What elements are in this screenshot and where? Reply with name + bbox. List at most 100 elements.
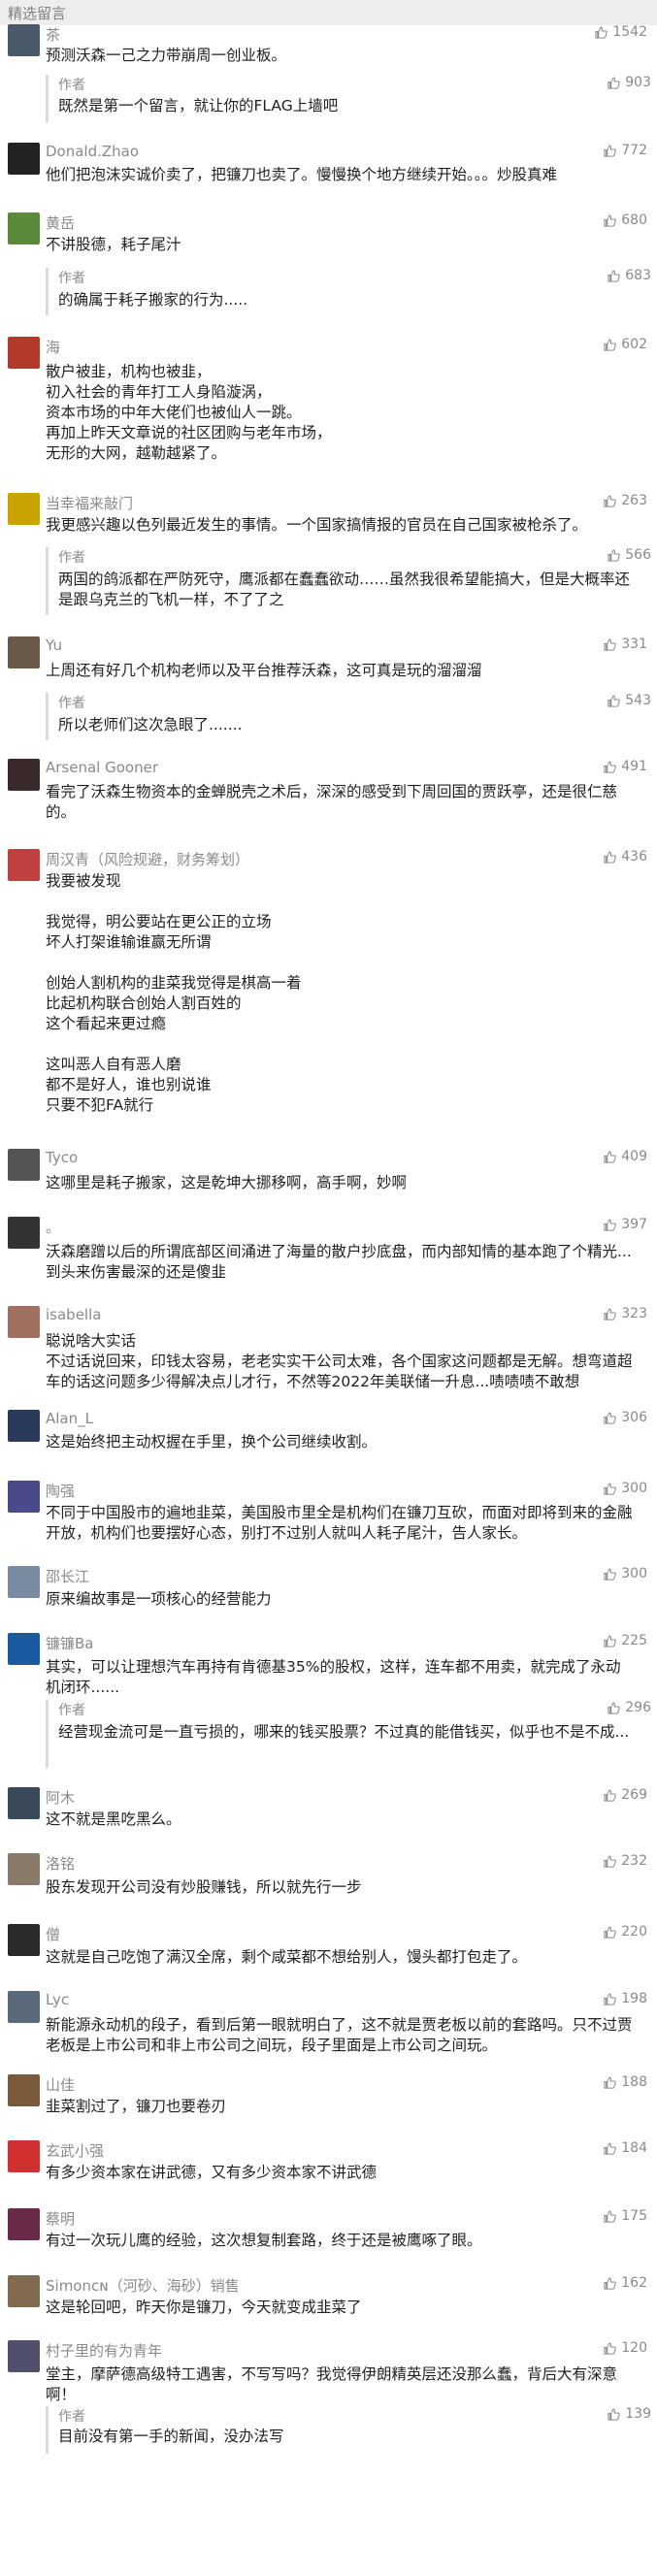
like-button[interactable]: 198 xyxy=(603,1991,647,2006)
like-button[interactable]: 184 xyxy=(603,2140,647,2156)
avatar[interactable] xyxy=(8,212,40,245)
like-button[interactable]: 232 xyxy=(603,1853,647,1869)
avatar[interactable] xyxy=(8,1566,40,1598)
comment-nickname[interactable]: 周汉青（风险规避，财务筹划） xyxy=(46,849,249,869)
avatar[interactable] xyxy=(8,2275,40,2307)
like-count: 683 xyxy=(625,268,651,283)
comment-text: 沃森磨蹭以后的所谓底部区间涌进了海量的散户抄底盘，而内部知情的基本跑了个精光..… xyxy=(46,1243,632,1281)
comments-list: 茶 1542 预测沃森一己之力带崩周一创业板。 作者 903 既然是第一个留言，就让你的F… xyxy=(0,24,657,2576)
avatar[interactable] xyxy=(8,759,40,791)
reply-author-label: 作者 xyxy=(58,550,85,566)
like-button[interactable]: 300 xyxy=(603,1481,647,1496)
author-reply: 作者 566 两国的鸽派都在严防死守，鹰派都在蠢蠢欲动……虽然我很希望能搞大，但是大… xyxy=(46,547,651,615)
reply-like-button[interactable]: 566 xyxy=(607,547,651,563)
comment-nickname[interactable]: 山佳 xyxy=(46,2074,75,2095)
comment-text: 上周还有好几个机构老师以及平台推荐沃森，这可真是玩的溜溜溜 xyxy=(46,662,482,679)
avatar[interactable] xyxy=(8,1217,40,1249)
like-button[interactable]: 300 xyxy=(603,1566,647,1581)
like-button[interactable]: 162 xyxy=(603,2275,647,2291)
avatar[interactable] xyxy=(8,1149,40,1181)
like-button[interactable]: 331 xyxy=(603,636,647,652)
comment-nickname[interactable]: isabella xyxy=(46,1306,101,1323)
thumbs-up-icon xyxy=(595,26,608,39)
reply-author-label: 作者 xyxy=(58,271,85,286)
avatar[interactable] xyxy=(8,2074,40,2106)
author-reply: 作者 296 经营现金流可是一直亏损的，哪来的钱买股票？不过真的能借钱买，似乎也不是… xyxy=(46,1700,651,1768)
like-button[interactable]: 220 xyxy=(603,1924,647,1940)
thumbs-up-icon xyxy=(604,1635,616,1647)
comment-nickname[interactable]: 玄武小强 xyxy=(46,2140,104,2161)
avatar[interactable] xyxy=(8,1410,40,1442)
comment-nickname[interactable]: 村子里的有为青年 xyxy=(46,2340,162,2361)
like-count: 188 xyxy=(621,2074,647,2090)
like-button[interactable]: 175 xyxy=(603,2208,647,2224)
comment-nickname[interactable]: Alan_L xyxy=(46,1410,93,1427)
comment-nickname[interactable]: 当幸福来敲门 xyxy=(46,493,133,513)
comment-nickname[interactable]: 邵长江 xyxy=(46,1566,89,1586)
avatar[interactable] xyxy=(8,1787,40,1819)
like-button[interactable]: 491 xyxy=(603,759,647,774)
like-button[interactable]: 1542 xyxy=(594,24,647,40)
comment-nickname[interactable]: 海 xyxy=(46,337,60,357)
comment-text: 散户被韭，机构也被韭， 初入社会的青年打工人身陷漩涡， 资本市场的中年大佬们也被… xyxy=(46,363,332,462)
comment-nickname[interactable]: 镰镰Ba xyxy=(46,1633,93,1653)
like-button[interactable]: 188 xyxy=(603,2074,647,2090)
avatar[interactable] xyxy=(8,1633,40,1665)
like-button[interactable]: 680 xyxy=(603,212,647,228)
avatar[interactable] xyxy=(8,636,40,668)
thumbs-up-icon xyxy=(604,1926,616,1939)
comment-nickname[interactable]: 茶 xyxy=(46,24,60,45)
comment-nickname[interactable]: Lyc xyxy=(46,1991,69,2008)
like-button[interactable]: 602 xyxy=(603,337,647,352)
comment-nickname[interactable]: 阿木 xyxy=(46,1787,75,1808)
avatar[interactable] xyxy=(8,2340,40,2372)
reply-like-button[interactable]: 683 xyxy=(607,268,651,283)
like-button[interactable]: 269 xyxy=(603,1787,647,1803)
avatar[interactable] xyxy=(8,337,40,369)
avatar[interactable] xyxy=(8,849,40,881)
comment-text: 这哪里是耗子搬家，这是乾坤大挪移啊，高手啊，妙啊 xyxy=(46,1174,408,1191)
avatar[interactable] xyxy=(8,493,40,525)
avatar[interactable] xyxy=(8,2140,40,2172)
comment-nickname[interactable]: 洛铭 xyxy=(46,1853,75,1874)
avatar[interactable] xyxy=(8,2208,40,2240)
reply-like-button[interactable]: 139 xyxy=(607,2406,651,2422)
reply-like-button[interactable]: 296 xyxy=(607,1700,651,1715)
like-button[interactable]: 397 xyxy=(603,1217,647,1232)
like-count: 1542 xyxy=(612,24,647,40)
avatar[interactable] xyxy=(8,143,40,175)
thumbs-up-icon xyxy=(604,1789,616,1802)
comment-nickname[interactable]: 僧 xyxy=(46,1924,60,1944)
like-button[interactable]: 323 xyxy=(603,1306,647,1321)
like-button[interactable]: 436 xyxy=(603,849,647,864)
reply-author-label: 作者 xyxy=(58,696,85,711)
avatar[interactable] xyxy=(8,1306,40,1338)
comment-nickname[interactable]: 陶强 xyxy=(46,1481,75,1501)
comment-nickname[interactable]: Yu xyxy=(46,636,62,654)
comment-nickname[interactable]: Donald.Zhao xyxy=(46,143,139,160)
thumbs-up-icon xyxy=(608,270,620,282)
like-button[interactable]: 772 xyxy=(603,143,647,158)
like-button[interactable]: 225 xyxy=(603,1633,647,1648)
like-button[interactable]: 409 xyxy=(603,1149,647,1164)
comment-nickname[interactable]: Arsenal Gooner xyxy=(46,759,158,776)
avatar[interactable] xyxy=(8,24,40,56)
avatar[interactable] xyxy=(8,1853,40,1885)
thumbs-up-icon xyxy=(604,761,616,773)
like-button[interactable]: 306 xyxy=(603,1410,647,1425)
avatar[interactable] xyxy=(8,1924,40,1956)
comment-nickname[interactable]: Tyco xyxy=(46,1149,78,1166)
like-button[interactable]: 120 xyxy=(603,2340,647,2356)
comment-text: 这是始终把主动权握在手里，换个公司继续收割。 xyxy=(46,1433,378,1451)
reply-like-button[interactable]: 543 xyxy=(607,693,651,708)
reply-like-button[interactable]: 903 xyxy=(607,75,651,90)
thumbs-up-icon xyxy=(608,77,620,89)
comment-nickname[interactable]: 。 xyxy=(46,1217,60,1237)
comment-nickname[interactable]: 蔡明 xyxy=(46,2208,75,2229)
like-count: 680 xyxy=(621,212,647,228)
like-button[interactable]: 263 xyxy=(603,493,647,508)
comment-nickname[interactable]: 黄岳 xyxy=(46,212,75,233)
avatar[interactable] xyxy=(8,1991,40,2023)
avatar[interactable] xyxy=(8,1481,40,1513)
comment-nickname[interactable]: Simonᴄɴ（河砂、海砂）销售 xyxy=(46,2275,240,2296)
